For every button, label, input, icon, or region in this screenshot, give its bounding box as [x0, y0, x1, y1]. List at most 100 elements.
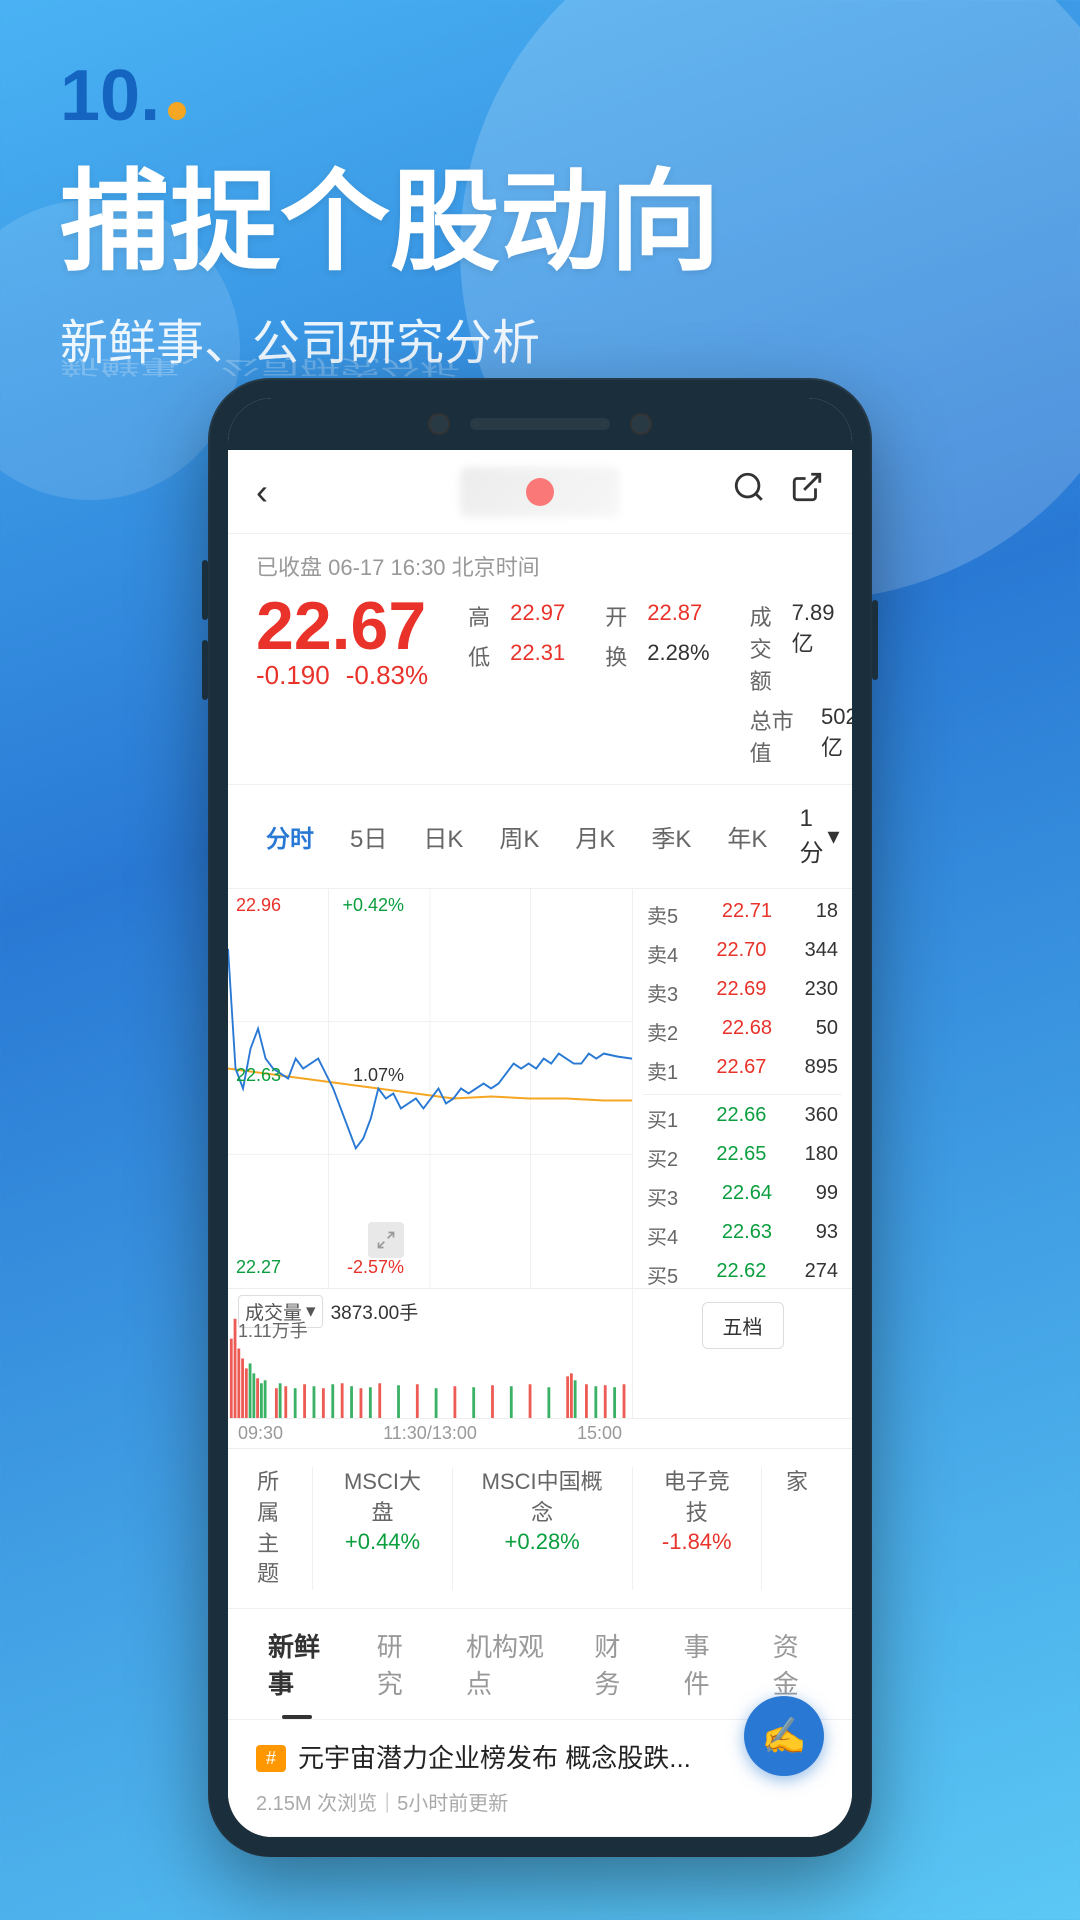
power-button: [872, 600, 878, 680]
phone-outer: ‹: [210, 380, 870, 1855]
sell5-label: 卖5: [647, 900, 678, 929]
tab-5day[interactable]: 5日: [332, 811, 405, 862]
sell3-price: 22.69: [716, 978, 766, 1007]
volume-area: 成交量 ▾ 3873.00手 1.11万手: [228, 1289, 852, 1419]
tab-yeark[interactable]: 年K: [709, 811, 785, 862]
low-val: 22.31: [510, 640, 565, 672]
news-hash-tag: #: [256, 1745, 286, 1772]
vol-up-button: [202, 560, 208, 620]
sell2-price: 22.68: [722, 1017, 772, 1046]
chart-area: 22.96 +0.42% 22.63 1.07% 22.27 -2.57%: [228, 889, 852, 1289]
buy1-label: 买1: [647, 1104, 678, 1133]
tab-events[interactable]: 事件: [664, 1609, 743, 1719]
header-icons: [732, 470, 824, 513]
expand-icon[interactable]: [368, 1222, 404, 1258]
sell5-qty: 18: [816, 900, 838, 929]
stock-change: -0.190: [256, 660, 330, 691]
time-end: 15:00: [577, 1423, 622, 1444]
buy4-row: 买4 22.63 93: [643, 1216, 842, 1255]
tab-seasonk[interactable]: 季K: [633, 811, 709, 862]
buy4-price: 22.63: [722, 1221, 772, 1250]
chart-label-mid-right: 1.07%: [353, 1065, 404, 1086]
high-label: 高: [468, 600, 490, 632]
chart-label-bottom-right: -2.57%: [347, 1257, 404, 1278]
buy5-label: 买5: [647, 1260, 678, 1289]
fab-button[interactable]: ✍: [744, 1696, 824, 1776]
stock-details-mid2: 开 22.87 换 2.28%: [605, 592, 709, 672]
buy2-qty: 180: [805, 1143, 838, 1172]
sell4-price: 22.70: [716, 939, 766, 968]
tab-fens[interactable]: 分时: [248, 811, 332, 862]
buy4-qty: 93: [816, 1221, 838, 1250]
sell4-row: 卖4 22.70 344: [643, 934, 842, 973]
buy5-qty: 274: [805, 1260, 838, 1289]
logo-area: 10.: [60, 60, 1020, 132]
tab-research[interactable]: 研究: [357, 1609, 436, 1719]
theme-tag-msci-cn[interactable]: MSCI中国概念 +0.28%: [453, 1467, 633, 1590]
sell5-price: 22.71: [722, 900, 772, 929]
news-tag-row: # 元宇宙潜力企业榜发布 概念股跌...: [256, 1740, 824, 1776]
theme-tag-msci-change: +0.44%: [345, 1529, 420, 1555]
turnover-val: 2.28%: [647, 640, 709, 672]
order-book: 卖5 22.71 18 卖4 22.70 344 卖3 22.69 23: [632, 889, 852, 1288]
sell4-label: 卖4: [647, 939, 678, 968]
sell2-label: 卖2: [647, 1017, 678, 1046]
low-label: 低: [468, 640, 490, 672]
sell2-row: 卖2 22.68 50: [643, 1012, 842, 1051]
sell2-qty: 50: [816, 1017, 838, 1046]
sensor: [630, 413, 652, 435]
phone-notch: [228, 398, 852, 450]
chart-label-mid-left: 22.63: [236, 1065, 281, 1086]
stock-change-row: -0.190 -0.83%: [256, 660, 428, 691]
phone-screen: ‹: [228, 398, 852, 1837]
theme-tag-more-label: 家: [786, 1467, 808, 1498]
hero-title: 捕捉个股动向: [60, 162, 1020, 283]
theme-tag-esports[interactable]: 电子竞技 -1.84%: [633, 1467, 762, 1590]
chart-label-top-left: 22.96: [236, 895, 281, 916]
news-title: 元宇宙潜力企业榜发布 概念股跌...: [298, 1740, 691, 1776]
sell1-price: 22.67: [716, 1056, 766, 1085]
high-row: 高 22.97: [468, 600, 565, 632]
app-content: ‹: [228, 450, 852, 1837]
sell1-label: 卖1: [647, 1056, 678, 1085]
theme-tag-msci-cn-change: +0.28%: [505, 1529, 580, 1555]
stock-change-pct: -0.83%: [346, 660, 428, 691]
front-camera: [428, 413, 450, 435]
interval-dropdown[interactable]: 1分 ▾: [785, 797, 852, 876]
news-item[interactable]: # 元宇宙潜力企业榜发布 概念股跌... 2.15M 次浏览｜5小时前更新 ✍: [228, 1720, 852, 1836]
back-button[interactable]: ‹: [256, 471, 268, 513]
main-chart[interactable]: 22.96 +0.42% 22.63 1.07% 22.27 -2.57%: [228, 889, 632, 1288]
buy2-row: 买2 22.65 180: [643, 1138, 842, 1177]
time-labels-row: 09:30 11:30/13:00 15:00: [228, 1419, 852, 1449]
search-icon[interactable]: [732, 470, 766, 513]
sell3-qty: 230: [805, 978, 838, 1007]
tab-institution[interactable]: 机构观点: [446, 1609, 564, 1719]
news-meta: 2.15M 次浏览｜5小时前更新: [256, 1787, 824, 1816]
header-red-dot: [526, 478, 554, 506]
mktcap-label: 总市值: [750, 704, 801, 768]
turnover-row: 换 2.28%: [605, 640, 709, 672]
tab-monthk[interactable]: 月K: [557, 811, 633, 862]
tab-dayk[interactable]: 日K: [405, 811, 481, 862]
vol-row: 成交额 7.89亿 ⋮: [750, 600, 852, 696]
sell4-qty: 344: [805, 939, 838, 968]
theme-tag-esports-label: 电子竞技: [657, 1467, 737, 1529]
price-chart-svg: [228, 889, 632, 1288]
time-mid: 11:30/13:00: [383, 1423, 477, 1444]
theme-tag-msci[interactable]: MSCI大盘 +0.44%: [313, 1467, 453, 1590]
dropdown-arrow: ▾: [827, 822, 839, 851]
theme-tag-esports-change: -1.84%: [662, 1529, 732, 1555]
theme-tag-main[interactable]: 所属主题: [248, 1467, 313, 1590]
theme-tag-more[interactable]: 家: [762, 1467, 832, 1590]
share-icon[interactable]: [790, 470, 824, 513]
stock-main-row: 22.67 -0.190 -0.83% 高 22.97: [256, 592, 824, 768]
buy1-price: 22.66: [716, 1104, 766, 1133]
tab-news[interactable]: 新鲜事: [248, 1609, 347, 1719]
tab-weekk[interactable]: 周K: [481, 811, 557, 862]
buy3-row: 买3 22.64 99: [643, 1177, 842, 1216]
chart-tabs: 分时 5日 日K 周K 月K 季K 年K 1分 ▾: [228, 784, 852, 889]
sell1-qty: 895: [805, 1056, 838, 1085]
turnover-label: 换: [605, 640, 627, 672]
stock-info: 已收盘 06-17 16:30 北京时间 22.67 -0.190 -0.83%…: [228, 534, 852, 784]
tab-finance[interactable]: 财务: [574, 1609, 653, 1719]
